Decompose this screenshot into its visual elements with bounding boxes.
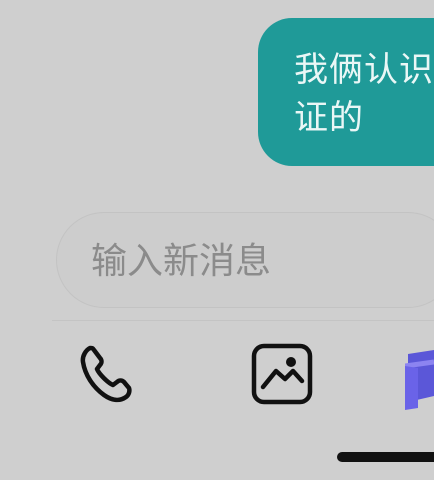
message-text-line-2: 证的 xyxy=(294,98,364,138)
voice-call-button[interactable] xyxy=(72,338,144,410)
image-button[interactable] xyxy=(246,338,318,410)
message-input[interactable] xyxy=(91,233,421,289)
message-bubble[interactable]: 我俩认识 证的 xyxy=(258,18,434,166)
gift-button[interactable] xyxy=(405,342,434,412)
gift-box-icon xyxy=(405,350,434,410)
image-icon xyxy=(251,343,313,405)
chat-screen: 我俩认识 证的 xyxy=(0,0,434,480)
message-text-line-1: 我俩认识 xyxy=(294,50,434,90)
composer-divider xyxy=(52,320,434,321)
phone-icon xyxy=(80,345,132,403)
home-indicator[interactable] xyxy=(337,452,434,462)
composer-toolbar xyxy=(0,322,434,422)
message-input-container[interactable] xyxy=(56,212,434,308)
